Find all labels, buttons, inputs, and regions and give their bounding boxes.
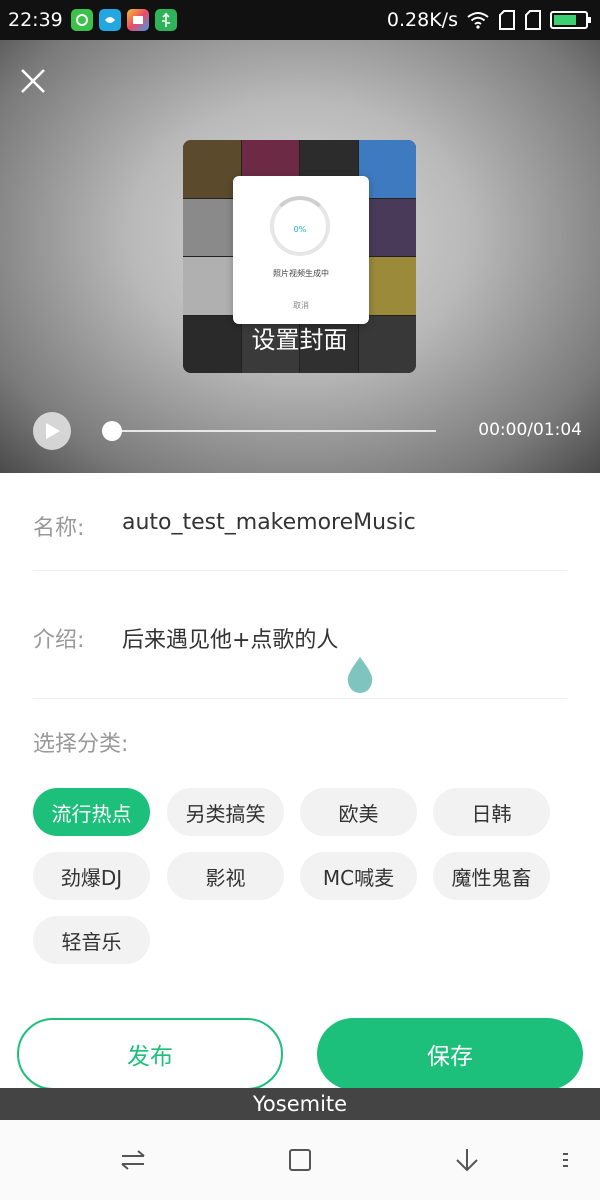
sim1-icon [498,9,516,31]
status-time: 22:39 [8,9,63,31]
category-chip-korean-japanese[interactable]: 日韩 [433,788,550,836]
set-cover-label: 设置封面 [251,326,348,354]
progress-message: 照片视频生成中 [273,269,329,278]
text-cursor-handle[interactable] [344,655,376,693]
name-input[interactable]: auto_test_makemoreMusic [122,510,416,535]
category-chip-funny[interactable]: 另类搞笑 [167,788,284,836]
category-chip-mc[interactable]: MC喊麦 [300,852,417,900]
gallery-app-icon [126,9,149,31]
save-button[interactable]: 保存 [317,1018,583,1090]
close-icon [21,69,45,93]
seek-bar[interactable] [112,430,436,432]
name-label: 名称: [33,516,85,541]
status-bar: 22:39 0.28K/s [0,0,600,40]
network-speed: 0.28K/s [386,9,458,31]
home-icon [289,1149,311,1171]
category-chip-film[interactable]: 影视 [167,852,284,900]
play-button[interactable] [33,412,71,450]
category-chip-dj[interactable]: 劲爆DJ [33,852,150,900]
category-chip-popular[interactable]: 流行热点 [33,788,150,836]
divider [33,698,567,699]
usb-icon [154,9,177,31]
more-icon [563,1153,568,1167]
menu-button[interactable] [555,1145,575,1175]
thumbnail [183,257,241,315]
progress-percent: 0% [293,225,307,234]
switch-icon [121,1150,145,1170]
host-label-bar: Yosemite [0,1088,600,1120]
category-chip-light-music[interactable]: 轻音乐 [33,916,150,964]
thumbnail [183,140,241,198]
intro-input[interactable]: 后来遇见他+点歌的人 [122,622,338,654]
switch-app-button[interactable] [118,1145,148,1175]
blue-app-icon [98,9,121,31]
back-button[interactable] [452,1145,482,1175]
home-button[interactable] [285,1145,315,1175]
arrow-down-icon [456,1149,478,1172]
battery-icon [550,10,592,30]
wifi-icon [466,10,490,30]
publish-button[interactable]: 发布 [17,1018,283,1090]
category-chip-meme[interactable]: 魔性鬼畜 [433,852,550,900]
green-app-icon [70,9,93,31]
playback-time: 00:00/01:04 [478,420,582,440]
sim2-icon [524,9,542,31]
thumbnail [183,198,241,256]
progress-cancel-button[interactable]: 取消 [233,300,369,311]
intro-label: 介绍: [33,628,85,653]
close-button[interactable] [14,62,52,100]
seek-thumb[interactable] [102,421,122,441]
navigation-bar [0,1120,600,1200]
progress-spinner: 0% [270,196,330,256]
progress-dialog: 0% 照片视频生成中 取消 [233,176,369,324]
category-chip-western[interactable]: 欧美 [300,788,417,836]
play-icon [46,423,60,439]
video-preview: 设置封面 0% 照片视频生成中 取消 00:00/01:04 [0,40,600,473]
divider [33,570,567,571]
category-title: 选择分类: [33,732,129,757]
